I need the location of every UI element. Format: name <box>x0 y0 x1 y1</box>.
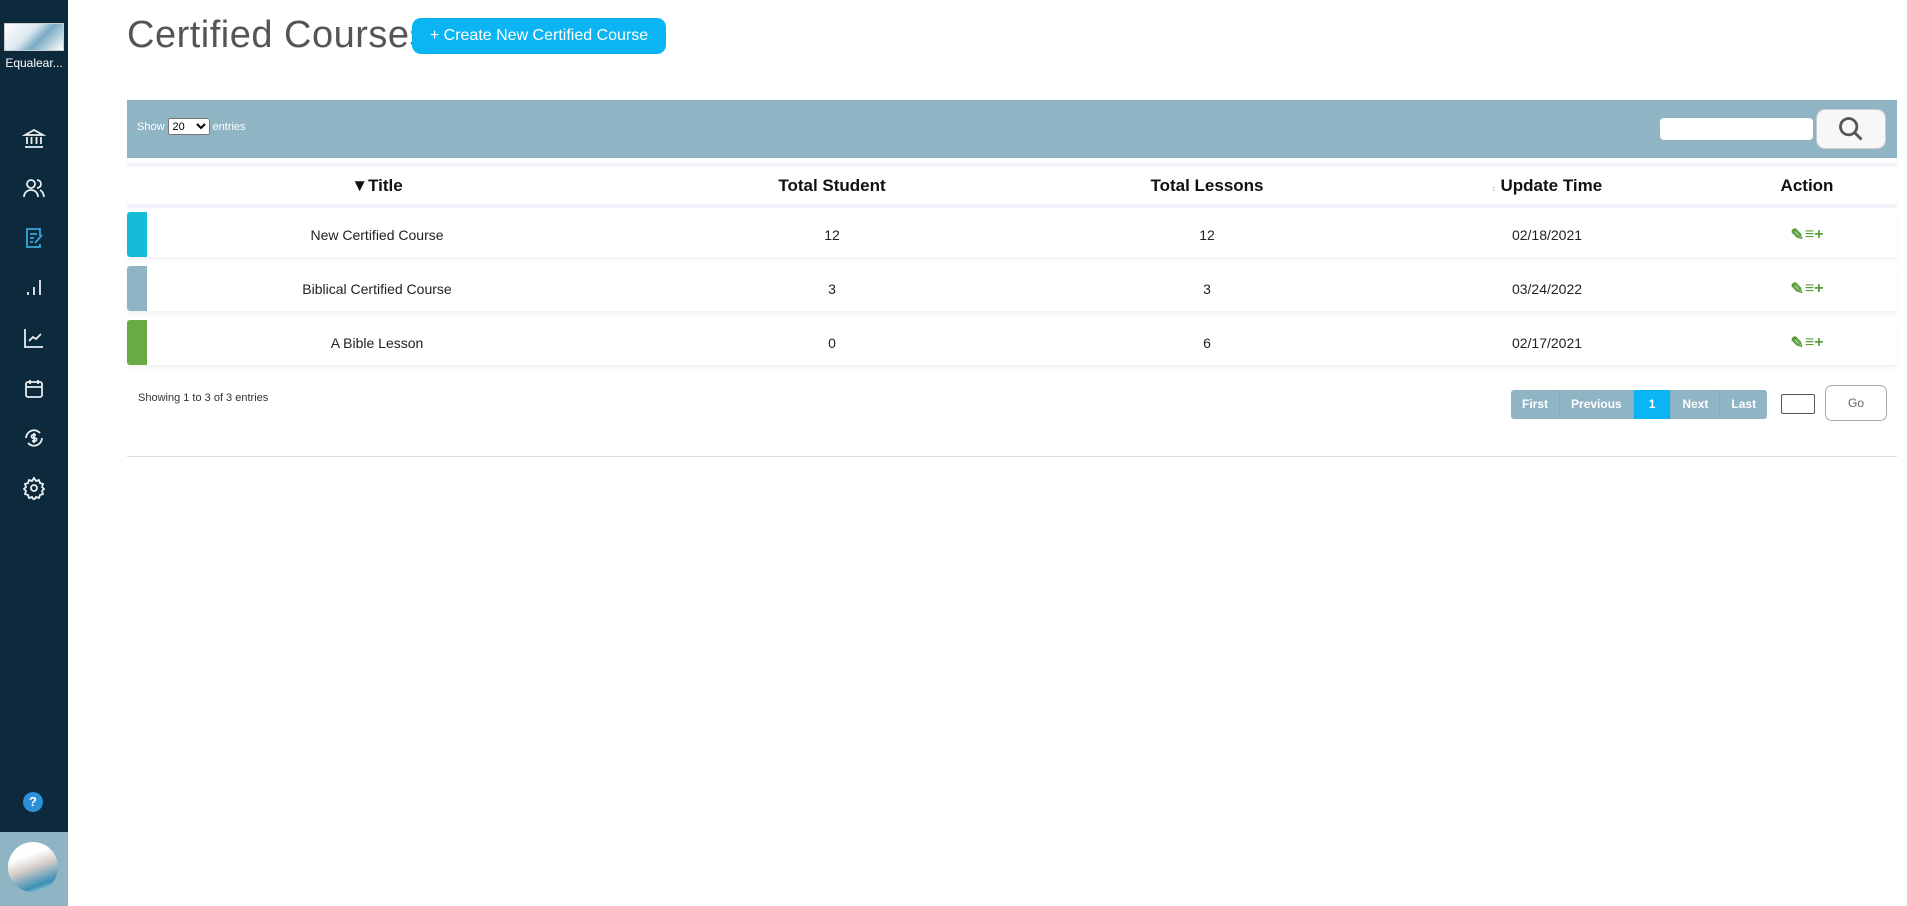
last-page-button[interactable]: Last <box>1720 390 1767 419</box>
total-student: 0 <box>828 334 836 351</box>
add-lesson-icon[interactable]: ≡+ <box>1805 280 1824 298</box>
nav-reports[interactable] <box>20 273 48 301</box>
next-page-button[interactable]: Next <box>1671 390 1721 419</box>
course-color-strip <box>127 320 147 365</box>
course-color-strip <box>127 266 147 311</box>
course-title[interactable]: A Bible Lesson <box>127 335 627 351</box>
current-page-button[interactable]: 1 <box>1633 390 1672 419</box>
table-row: A Bible Lesson 0 6 02/17/2021 ✎ ≡+ <box>127 320 1897 365</box>
users-icon <box>23 179 45 198</box>
nav-users[interactable] <box>20 174 48 202</box>
go-button[interactable]: Go <box>1825 385 1887 421</box>
user-profile[interactable] <box>0 832 68 906</box>
logo[interactable] <box>4 23 64 51</box>
nav-analytics[interactable] <box>20 324 48 352</box>
add-lesson-icon[interactable]: ≡+ <box>1805 226 1824 244</box>
table-header: ▼Title Total Student Total Lessons ↕ Upd… <box>127 167 1897 204</box>
column-action: Action <box>1780 175 1834 195</box>
avatar[interactable] <box>8 842 58 892</box>
edit-pencil-icon[interactable]: ✎ <box>1790 225 1803 245</box>
bar-chart-icon <box>27 280 41 295</box>
nav-billing[interactable] <box>20 424 48 452</box>
pagination: First Previous 1 Next Last <box>1511 390 1768 419</box>
table-row: New Certified Course 12 12 02/18/2021 ✎ ≡… <box>127 212 1897 257</box>
sort-icon: ↕ <box>1491 183 1496 193</box>
column-total-lessons[interactable]: Total Lessons <box>1037 176 1377 196</box>
line-chart-icon <box>24 329 43 348</box>
entries-label: entries <box>212 120 246 133</box>
divider <box>127 456 1897 457</box>
page-size-control: Show 20 entries <box>137 118 246 135</box>
edit-pencil-icon[interactable]: ✎ <box>1790 333 1803 353</box>
dollar-refresh-icon <box>25 429 43 447</box>
help-icon[interactable]: ? <box>23 792 43 812</box>
update-time: 02/17/2021 <box>1511 334 1583 351</box>
gear-icon <box>22 476 46 500</box>
page-title: Certified Courses <box>127 14 430 56</box>
calendar-icon <box>25 380 43 398</box>
edit-pencil-icon[interactable]: ✎ <box>1790 279 1803 299</box>
goto-page-input[interactable] <box>1781 394 1815 414</box>
course-title[interactable]: Biblical Certified Course <box>127 281 627 297</box>
course-title[interactable]: New Certified Course <box>127 227 627 243</box>
search-button[interactable] <box>1816 109 1886 149</box>
table-row: Biblical Certified Course 3 3 03/24/2022… <box>127 266 1897 311</box>
previous-page-button[interactable]: Previous <box>1560 390 1634 419</box>
column-title[interactable]: ▼Title <box>127 176 627 196</box>
total-lessons: 6 <box>1203 334 1211 351</box>
edit-document-icon <box>26 228 43 248</box>
show-label: Show <box>137 120 165 133</box>
sidebar: Equalear... ? <box>0 0 68 906</box>
search-input[interactable] <box>1660 118 1813 140</box>
nav-calendar[interactable] <box>20 375 48 403</box>
page-size-select[interactable]: 20 <box>167 118 210 135</box>
search-icon <box>1839 117 1863 141</box>
total-lessons: 3 <box>1203 280 1211 297</box>
add-lesson-icon[interactable]: ≡+ <box>1805 334 1824 352</box>
nav-institution[interactable] <box>20 124 48 152</box>
first-page-button[interactable]: First <box>1511 390 1561 419</box>
bank-icon <box>22 128 46 148</box>
update-time: 02/18/2021 <box>1511 226 1583 243</box>
nav-courses[interactable] <box>20 224 48 252</box>
update-time: 03/24/2022 <box>1511 280 1583 297</box>
column-total-student[interactable]: Total Student <box>627 176 1037 196</box>
brand-name: Equalear... <box>5 56 63 70</box>
total-student: 12 <box>824 226 840 243</box>
create-course-button[interactable]: + Create New Certified Course <box>412 18 666 54</box>
nav-settings[interactable] <box>20 474 48 502</box>
total-student: 3 <box>828 280 836 297</box>
total-lessons: 12 <box>1199 226 1215 243</box>
entries-info: Showing 1 to 3 of 3 entries <box>138 392 269 404</box>
column-update-time[interactable]: ↕ Update Time <box>1377 176 1717 196</box>
table-toolbar: Show 20 entries <box>127 100 1897 158</box>
course-color-strip <box>127 212 147 257</box>
column-update-time-label: Update Time <box>1500 175 1603 195</box>
